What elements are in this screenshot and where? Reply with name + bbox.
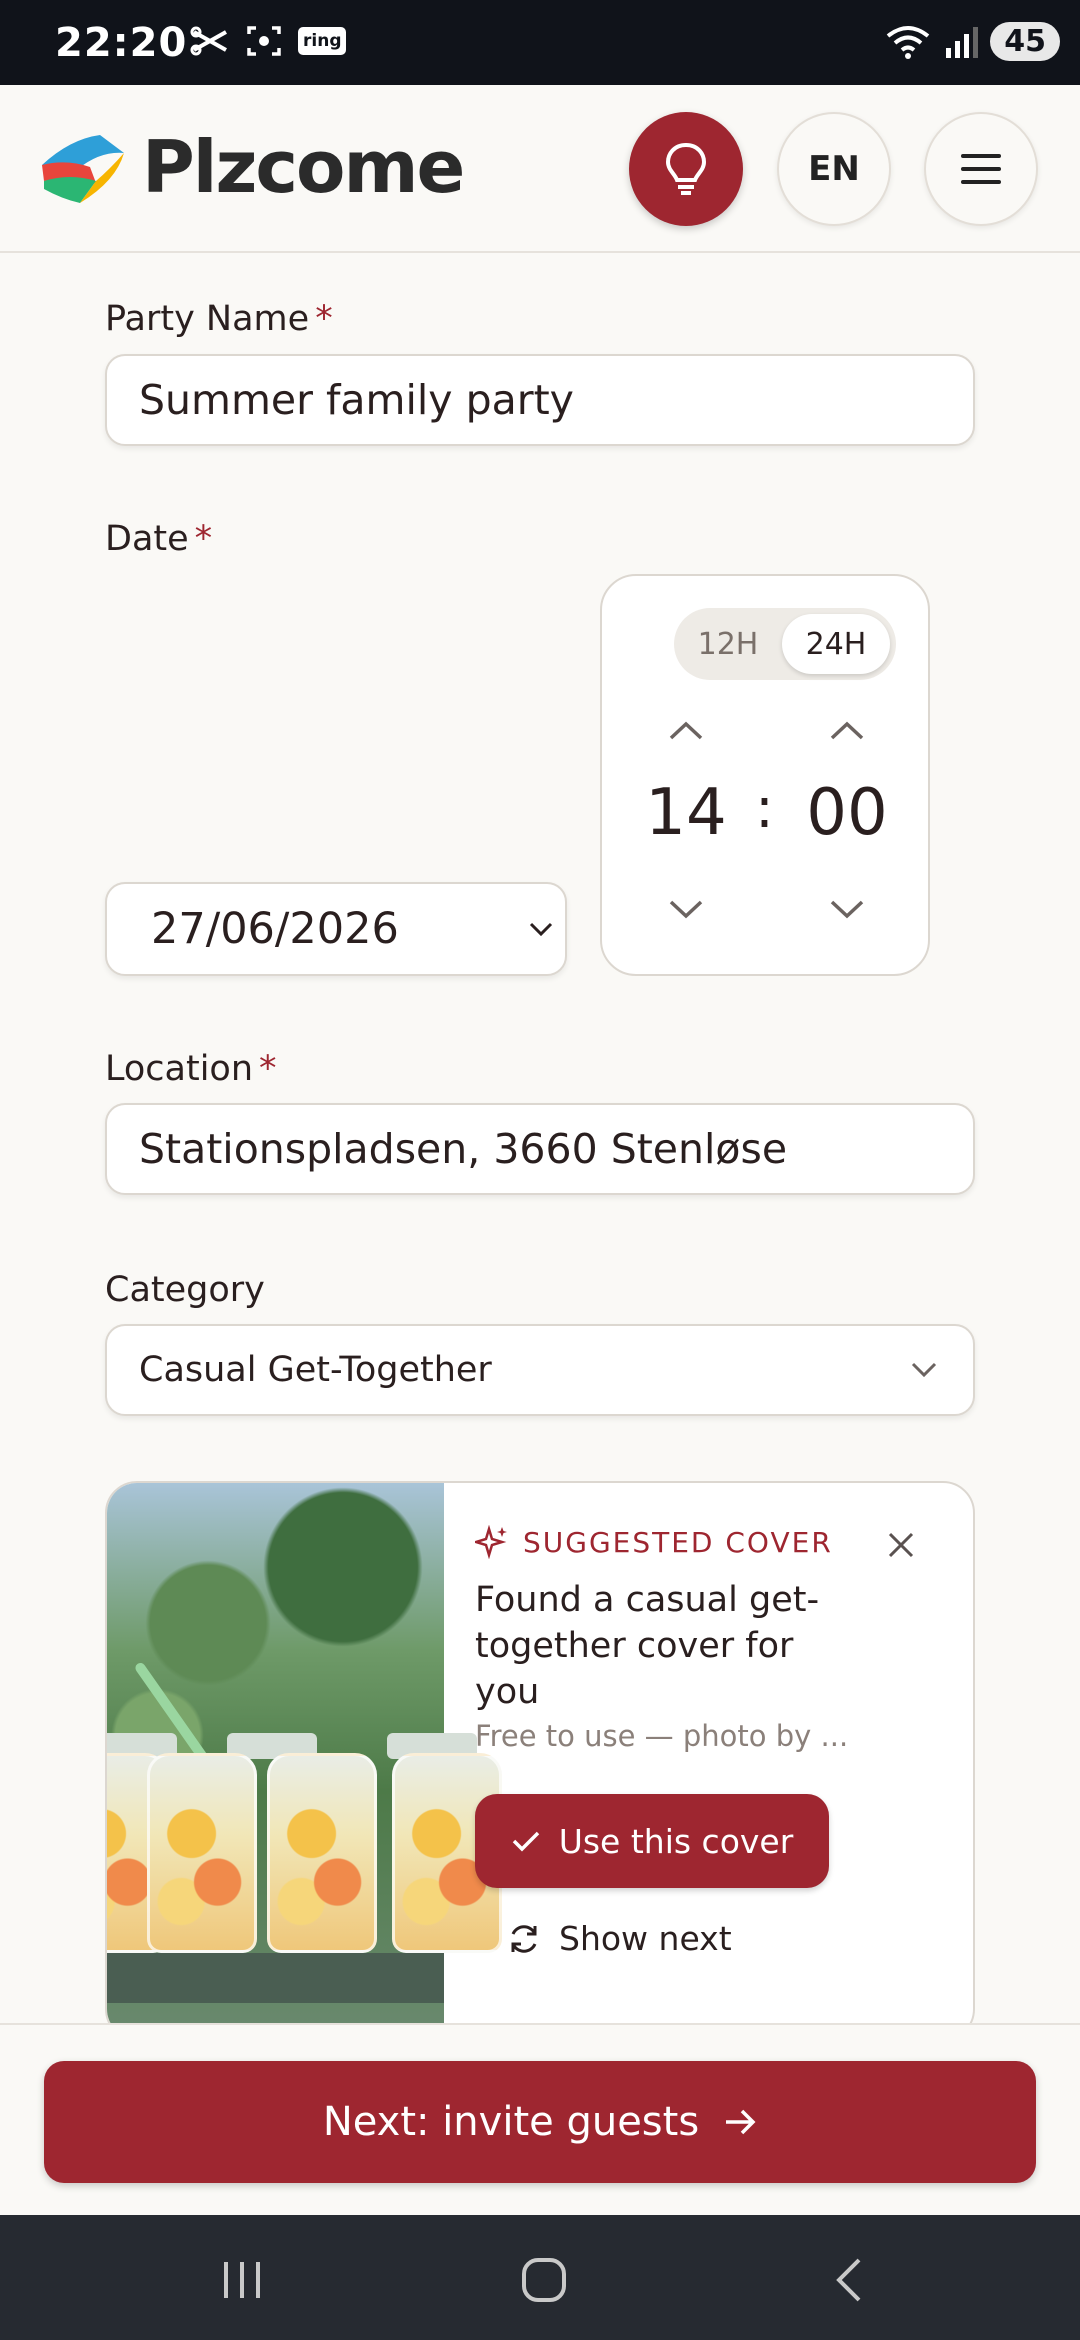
ideas-button[interactable] — [629, 112, 743, 226]
location-label-text: Location — [105, 1049, 254, 1089]
screenshot-icon — [247, 26, 281, 56]
refresh-icon — [511, 1924, 537, 1953]
hour-format-toggle: 12H 24H — [674, 608, 896, 680]
party-name-input[interactable]: Summer family party — [105, 354, 975, 446]
suggested-cover-tag: SUGGESTED COVER — [475, 1525, 833, 1559]
party-name-label-text: Party Name — [105, 299, 310, 339]
minute-decrement-button[interactable] — [822, 894, 872, 924]
hour-increment-button[interactable] — [661, 716, 711, 746]
cover-credit: Free to use — photo by ... — [475, 1719, 849, 1753]
location-label: Location * — [105, 1049, 277, 1089]
home-button[interactable] — [514, 2255, 574, 2305]
chevron-down-icon — [529, 922, 553, 936]
cover-title: Found a casual get-together cover for yo… — [475, 1580, 820, 1712]
language-button[interactable]: EN — [777, 112, 891, 226]
chevron-up-icon — [830, 721, 864, 740]
show-next-label: Show next — [559, 1919, 732, 1958]
category-label: Category — [105, 1270, 265, 1310]
dismiss-cover-button[interactable] — [887, 1531, 915, 1563]
date-value: 27/06/2026 — [151, 904, 399, 954]
recents-icon — [224, 2262, 260, 2298]
bottom-action-bar: Next: invite guests — [0, 2023, 1080, 2215]
next-invite-guests-button[interactable]: Next: invite guests — [44, 2061, 1036, 2183]
signal-icon — [946, 26, 979, 58]
arrow-right-icon — [726, 2109, 756, 2135]
back-button[interactable] — [818, 2255, 878, 2305]
date-select[interactable]: 27/06/2026 — [105, 882, 567, 976]
next-button-label: Next: invite guests — [322, 2099, 700, 2145]
format-12h-option[interactable]: 12H — [674, 608, 782, 680]
recents-button[interactable] — [212, 2255, 272, 2305]
menu-button[interactable] — [924, 112, 1038, 226]
cover-preview-image — [107, 1483, 502, 2039]
app-header: Plzcome EN — [0, 85, 1080, 253]
ring-app-icon: ring — [298, 27, 347, 55]
brand-name: Plzcome — [142, 125, 465, 209]
use-cover-label: Use this cover — [558, 1821, 794, 1861]
location-input[interactable]: Stationspladsen, 3660 Stenløse — [105, 1103, 975, 1195]
hamburger-menu-icon — [961, 154, 1001, 184]
party-name-label: Party Name * — [105, 299, 333, 339]
system-navigation-bar — [0, 2215, 1080, 2340]
chevron-down-icon — [669, 900, 703, 919]
check-icon — [512, 1831, 539, 1852]
hour-decrement-button[interactable] — [661, 894, 711, 924]
category-select[interactable]: Casual Get-Together — [105, 1324, 975, 1416]
time-picker: 12H 24H 14 : 00 — [600, 574, 930, 976]
format-24h-option[interactable]: 24H — [782, 614, 890, 674]
suggested-cover-card: SUGGESTED COVER Found a casual get-toget… — [105, 1481, 975, 2041]
date-label-text: Date — [105, 519, 189, 559]
shelf-image-part — [107, 1953, 444, 2003]
required-marker: * — [315, 299, 333, 339]
home-icon — [522, 2258, 566, 2302]
minute-value[interactable]: 00 — [787, 776, 907, 850]
required-marker: * — [194, 519, 213, 559]
scissors-icon — [190, 26, 227, 56]
jar-image-part — [147, 1753, 257, 1953]
chevron-up-icon — [669, 721, 703, 740]
minute-increment-button[interactable] — [822, 716, 872, 746]
status-left-icons: ring — [190, 24, 347, 58]
close-icon — [888, 1532, 914, 1558]
sparkle-icon — [475, 1525, 507, 1559]
hour-value[interactable]: 14 — [626, 776, 746, 850]
show-next-cover-button[interactable]: Show next — [507, 1919, 732, 1958]
brand-logo[interactable]: Plzcome — [40, 125, 465, 209]
category-value: Casual Get-Together — [139, 1350, 492, 1390]
status-bar: 22:20 ring 45 — [0, 0, 1080, 85]
suggested-cover-tag-text: SUGGESTED COVER — [523, 1525, 833, 1559]
status-time: 22:20 — [55, 20, 188, 66]
wifi-icon — [887, 25, 930, 59]
battery-indicator: 45 — [990, 22, 1060, 61]
date-label: Date * — [105, 519, 212, 559]
chevron-down-icon — [830, 900, 864, 919]
required-marker: * — [259, 1049, 277, 1089]
use-cover-button[interactable]: Use this cover — [475, 1794, 829, 1888]
back-icon — [836, 2258, 861, 2302]
lightbulb-icon — [665, 142, 707, 195]
chevron-down-icon — [911, 1362, 937, 1378]
time-separator: : — [755, 776, 774, 841]
status-right-icons: 45 — [884, 22, 1060, 61]
jar-image-part — [267, 1753, 377, 1953]
logo-icon — [42, 135, 124, 203]
